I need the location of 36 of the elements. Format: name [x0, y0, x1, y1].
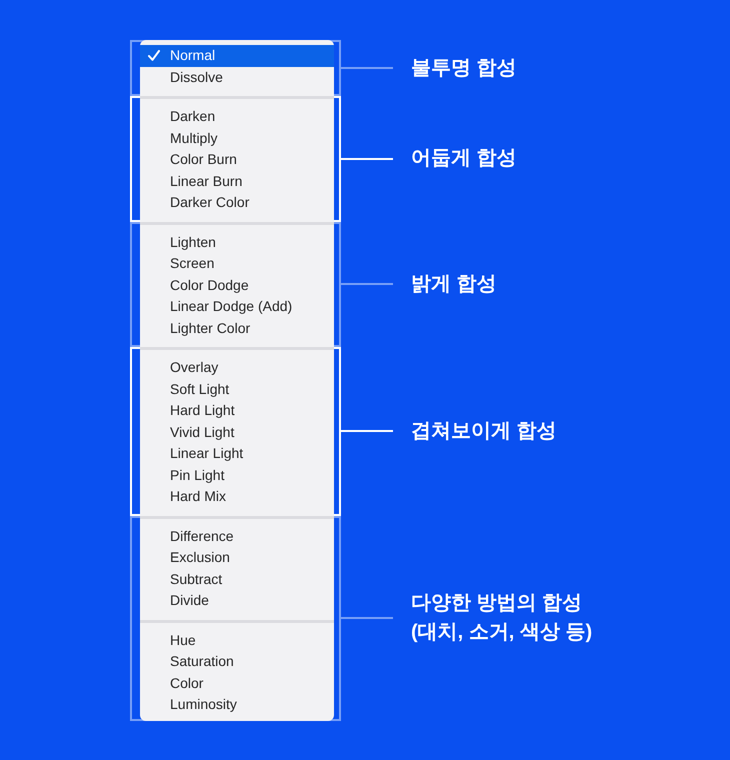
menu-item[interactable]: Subtract	[140, 568, 334, 590]
menu-item[interactable]: Linear Dodge (Add)	[140, 296, 334, 318]
annotation-label: 밝게 합성	[411, 272, 497, 297]
menu-item[interactable]: Color Burn	[140, 149, 334, 170]
menu-item[interactable]: Luminosity	[140, 694, 334, 716]
menu-item[interactable]: Vivid Light	[140, 422, 334, 443]
menu-item[interactable]: Exclusion	[140, 547, 334, 568]
menu-item[interactable]: Lighten	[140, 232, 334, 253]
menu-item[interactable]: Overlay	[140, 357, 334, 378]
connector-line	[341, 617, 393, 619]
menu-item[interactable]: Dissolve	[140, 66, 334, 88]
annotation-label: 불투명 합성	[411, 56, 517, 80]
menu-item[interactable]: Divide	[140, 590, 334, 612]
menu-item[interactable]: Hard Mix	[140, 486, 334, 508]
menu-item[interactable]: Saturation	[140, 651, 334, 672]
menu-item[interactable]: Lighter Color	[140, 318, 334, 339]
menu-item[interactable]: Soft Light	[140, 378, 334, 400]
annotation-label: 어둡게 합성	[411, 146, 517, 172]
menu-item[interactable]: Screen	[140, 253, 334, 274]
menu-item[interactable]: Multiply	[140, 128, 334, 149]
menu-item[interactable]: Normal	[140, 45, 334, 66]
menu-item[interactable]: Hard Light	[140, 400, 334, 422]
menu-item[interactable]: Color	[140, 672, 334, 694]
menu-item[interactable]: Hue	[140, 630, 334, 651]
menu-item[interactable]: Linear Light	[140, 443, 334, 464]
menu-item[interactable]: Darken	[140, 106, 334, 128]
annotation-label: 겹쳐보이게 합성	[411, 418, 557, 444]
menu-item[interactable]: Darker Color	[140, 192, 334, 214]
menu-item[interactable]: Pin Light	[140, 464, 334, 486]
connector-line	[341, 67, 393, 69]
checkmark-icon	[148, 50, 160, 62]
menu-item[interactable]: Color Dodge	[140, 274, 334, 296]
annotation-label: 다양한 방법의 합성 (대치, 소거, 색상 등)	[411, 591, 592, 645]
menu-item[interactable]: Difference	[140, 526, 334, 547]
connector-line	[341, 283, 393, 286]
menu-item[interactable]: Linear Burn	[140, 170, 334, 192]
